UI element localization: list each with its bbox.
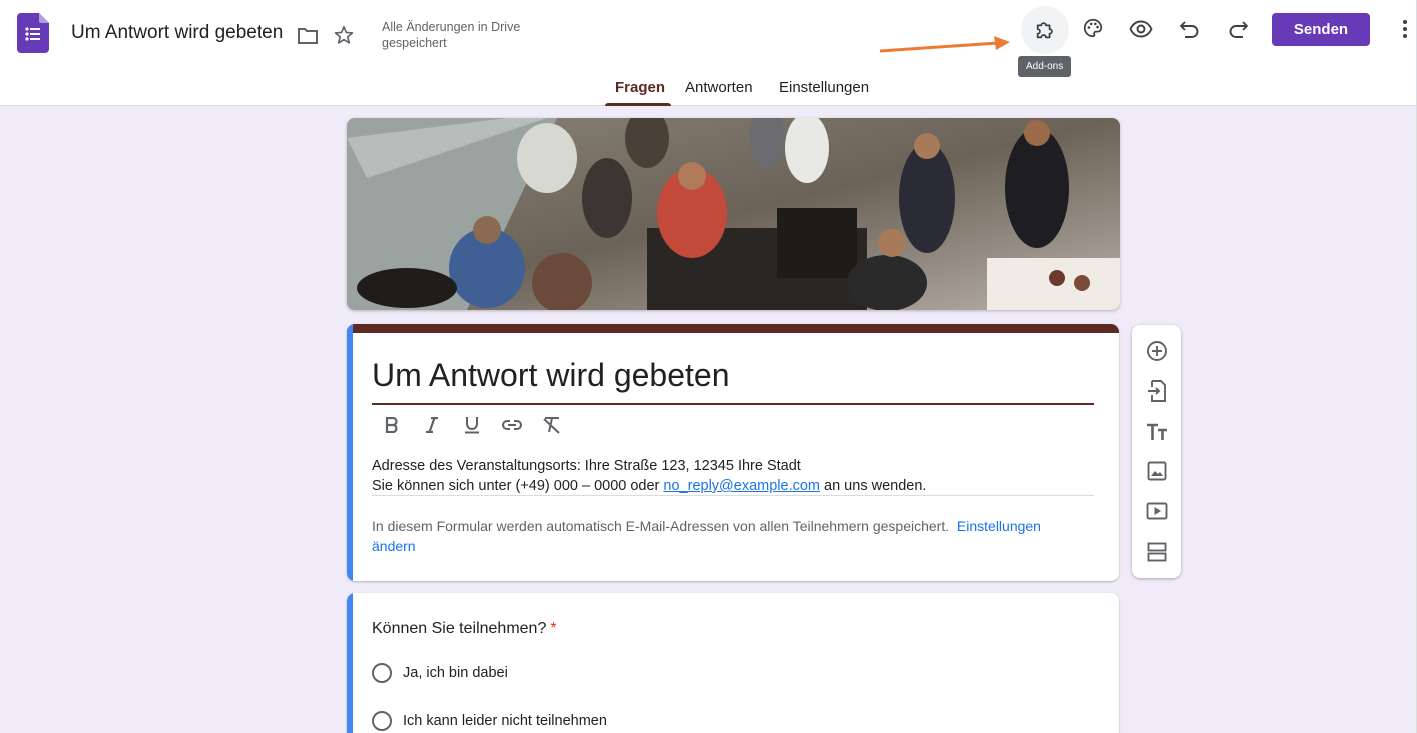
add-question-icon[interactable] xyxy=(1144,338,1169,363)
underline-icon[interactable] xyxy=(460,413,484,437)
tab-bar: Fragen Antworten Einstellungen xyxy=(0,72,1417,106)
add-image-icon[interactable] xyxy=(1144,458,1169,483)
title-underline xyxy=(372,403,1094,405)
star-icon[interactable] xyxy=(332,23,356,47)
radio-button[interactable] xyxy=(372,663,392,683)
description-text: Sie können sich unter (+49) 000 – 0000 o… xyxy=(372,478,664,494)
bold-icon[interactable] xyxy=(380,413,404,437)
question-card-indicator xyxy=(347,593,353,733)
option-label: Ja, ich bin dabei xyxy=(403,665,508,681)
palette-icon[interactable] xyxy=(1081,16,1105,40)
description-line-2: Sie können sich unter (+49) 000 – 0000 o… xyxy=(372,476,1094,496)
italic-icon[interactable] xyxy=(420,413,444,437)
radio-option[interactable]: Ich kann leider nicht teilnehmen xyxy=(372,711,607,731)
folder-icon[interactable] xyxy=(296,24,320,48)
email-note-text: In diesem Formular werden automatisch E-… xyxy=(372,518,950,534)
form-header-card[interactable]: Um Antwort wird gebeten Adresse des Vera… xyxy=(347,324,1119,581)
tab-settings[interactable]: Einstellungen xyxy=(779,79,869,96)
forms-logo-icon[interactable] xyxy=(17,13,49,53)
description-underline xyxy=(372,495,1094,496)
radio-option[interactable]: Ja, ich bin dabei xyxy=(372,663,508,683)
required-asterisk: * xyxy=(550,620,557,637)
document-title[interactable]: Um Antwort wird gebeten xyxy=(71,22,283,44)
form-title-input[interactable]: Um Antwort wird gebeten xyxy=(372,357,730,394)
description-line-1: Adresse des Veranstaltungsorts: Ihre Str… xyxy=(372,458,801,474)
redo-icon[interactable] xyxy=(1226,17,1250,41)
more-vert-icon[interactable] xyxy=(1395,17,1415,41)
option-label: Ich kann leider nicht teilnehmen xyxy=(403,713,607,729)
import-questions-icon[interactable] xyxy=(1144,378,1169,403)
add-video-icon[interactable] xyxy=(1144,498,1169,523)
add-section-icon[interactable] xyxy=(1144,539,1169,564)
clear-format-icon[interactable] xyxy=(540,413,564,437)
send-button[interactable]: Senden xyxy=(1272,13,1370,46)
link-icon[interactable] xyxy=(500,413,524,437)
annotation-arrow xyxy=(879,36,1010,53)
email-collection-note: In diesem Formular werden automatisch E-… xyxy=(372,516,1082,556)
question-card[interactable]: Können Sie teilnehmen? * Ja, ich bin dabe… xyxy=(347,593,1119,733)
active-tab-indicator xyxy=(605,103,671,106)
email-link[interactable]: no_reply@example.com xyxy=(663,478,820,494)
question-text: Können Sie teilnehmen? xyxy=(372,620,547,637)
add-title-icon[interactable] xyxy=(1144,419,1169,444)
undo-icon[interactable] xyxy=(1178,17,1202,41)
form-description[interactable]: Adresse des Veranstaltungsorts: Ihre Str… xyxy=(372,456,1094,496)
tab-questions[interactable]: Fragen xyxy=(615,79,665,96)
tab-responses[interactable]: Antworten xyxy=(685,79,753,96)
eye-icon[interactable] xyxy=(1128,17,1154,41)
radio-button[interactable] xyxy=(372,711,392,731)
question-title: Können Sie teilnehmen? * xyxy=(372,620,557,638)
header-banner-image xyxy=(347,118,1120,310)
theme-color-bar xyxy=(347,324,1119,333)
top-bar: Um Antwort wird gebeten Alle Änderungen … xyxy=(0,0,1417,106)
save-status: Alle Änderungen in Drive gespeichert xyxy=(382,20,521,50)
side-toolbar xyxy=(1132,325,1181,578)
puzzle-icon[interactable] xyxy=(1033,18,1057,42)
active-card-indicator xyxy=(347,324,353,581)
description-text-end: an uns wenden. xyxy=(820,478,927,494)
